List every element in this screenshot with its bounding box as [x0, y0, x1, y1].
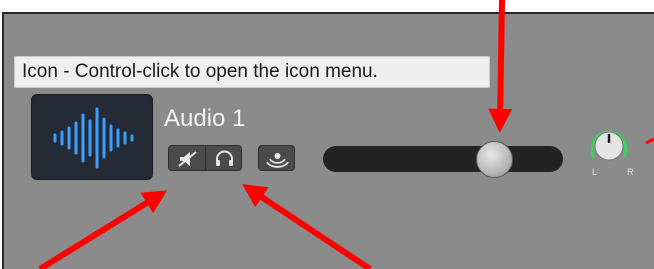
mute-speaker-icon	[178, 151, 197, 167]
tooltip: Icon - Control-click to open the icon me…	[14, 56, 490, 88]
mute-button[interactable]	[168, 145, 206, 171]
input-monitoring-button[interactable]	[258, 145, 295, 171]
headphones-icon	[216, 150, 233, 166]
pan-left-label: L	[592, 167, 598, 177]
waveform-icon	[53, 107, 134, 169]
volume-slider-track[interactable]	[323, 146, 563, 172]
volume-slider-knob[interactable]	[476, 141, 513, 178]
tooltip-text: Icon - Control-click to open the icon me…	[22, 61, 378, 82]
solo-button[interactable]	[205, 145, 242, 171]
input-monitoring-icon	[266, 153, 289, 168]
track-icon[interactable]	[31, 94, 153, 180]
pan-right-label: R	[627, 167, 634, 177]
track-name[interactable]: Audio 1	[164, 105, 245, 133]
screen: Icon - Control-click to open the icon me…	[0, 0, 654, 269]
